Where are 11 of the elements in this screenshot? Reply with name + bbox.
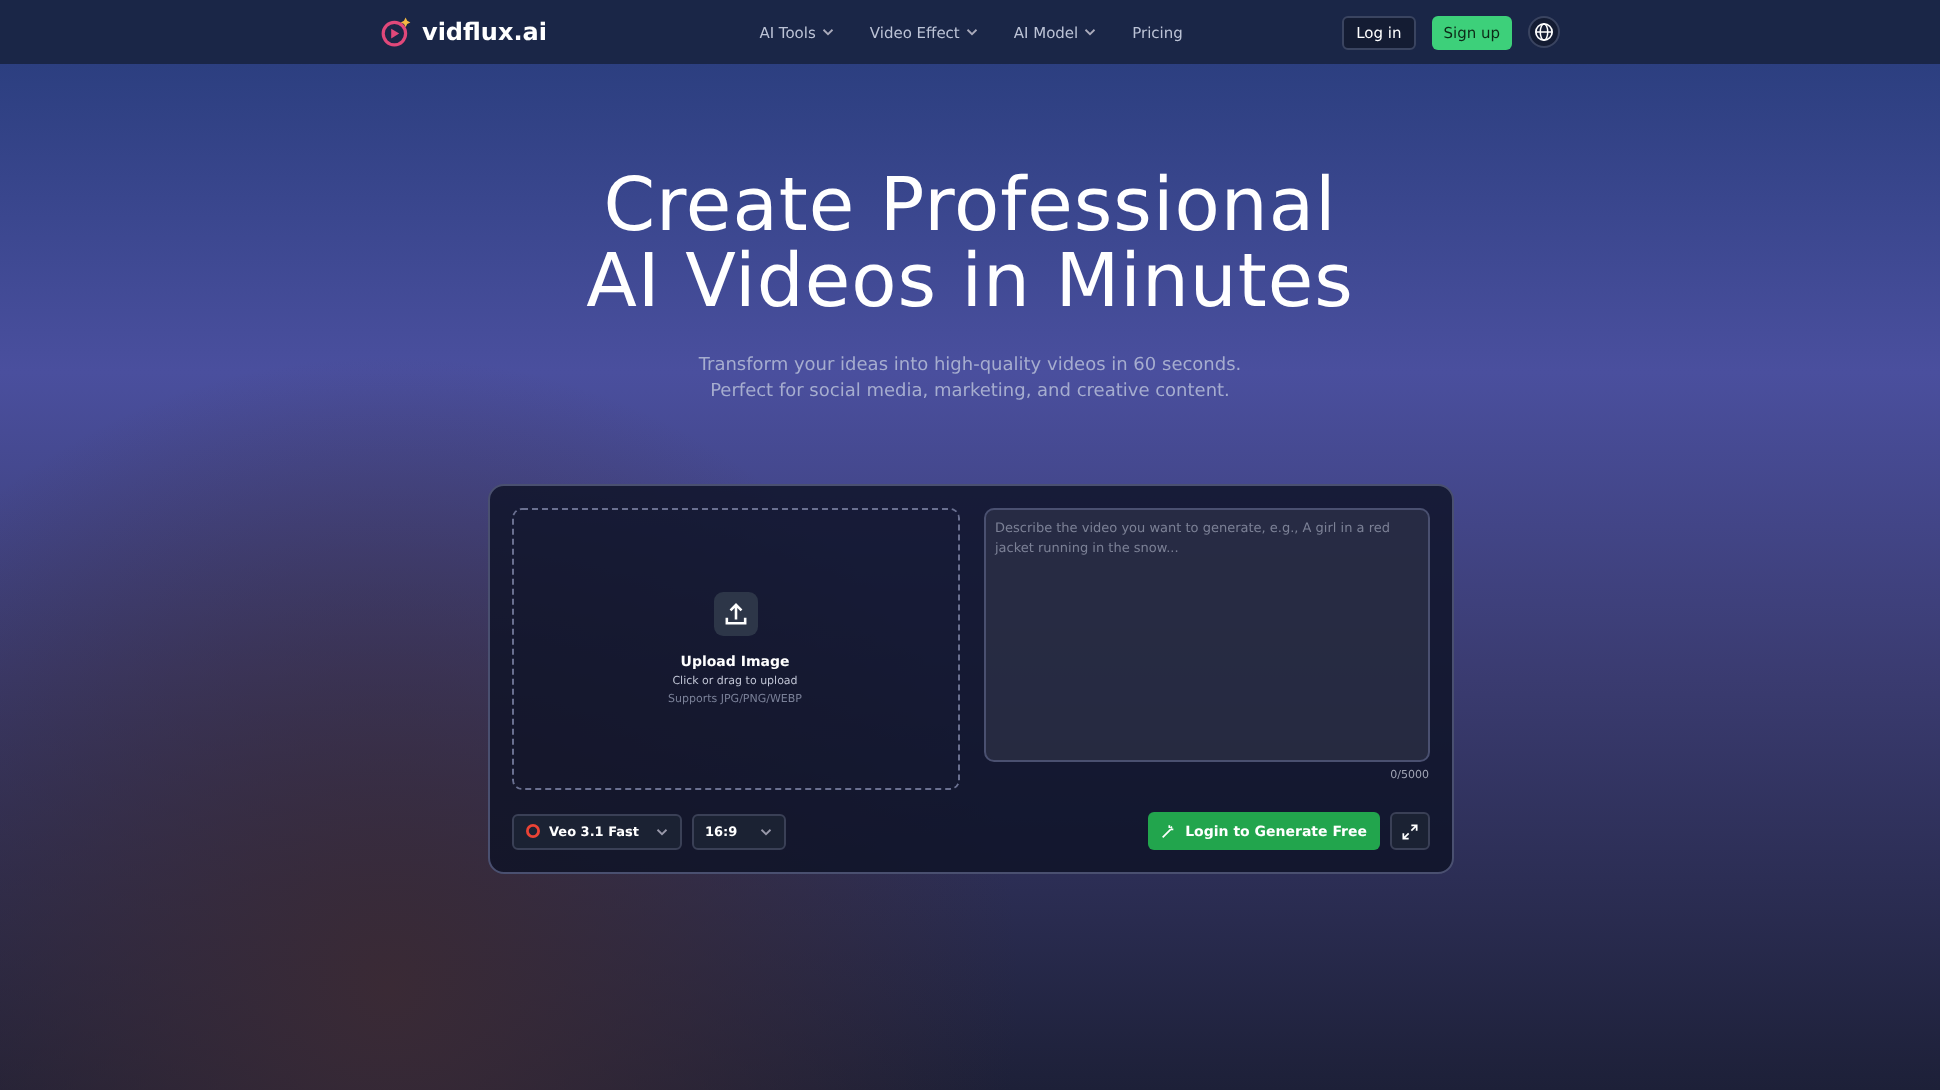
- chevron-down-icon: [759, 827, 772, 835]
- magic-wand-icon: [1159, 823, 1176, 839]
- brand-name[interactable]: vidflux.ai: [422, 18, 547, 46]
- ring-logo-icon: [525, 824, 539, 838]
- expand-icon[interactable]: [1389, 812, 1429, 850]
- upload-icon: [713, 592, 757, 636]
- hero-subtitle: Transform your ideas into high-quality videos in 60 seconds. Perfect for social media, marketing, and creative content.: [698, 354, 1242, 406]
- play-logo-icon[interactable]: [380, 16, 412, 48]
- language-globe-icon[interactable]: [1528, 16, 1560, 48]
- hero-title: Create Professional AI Videos in Minutes: [586, 168, 1354, 320]
- chevron-down-icon: [655, 827, 667, 835]
